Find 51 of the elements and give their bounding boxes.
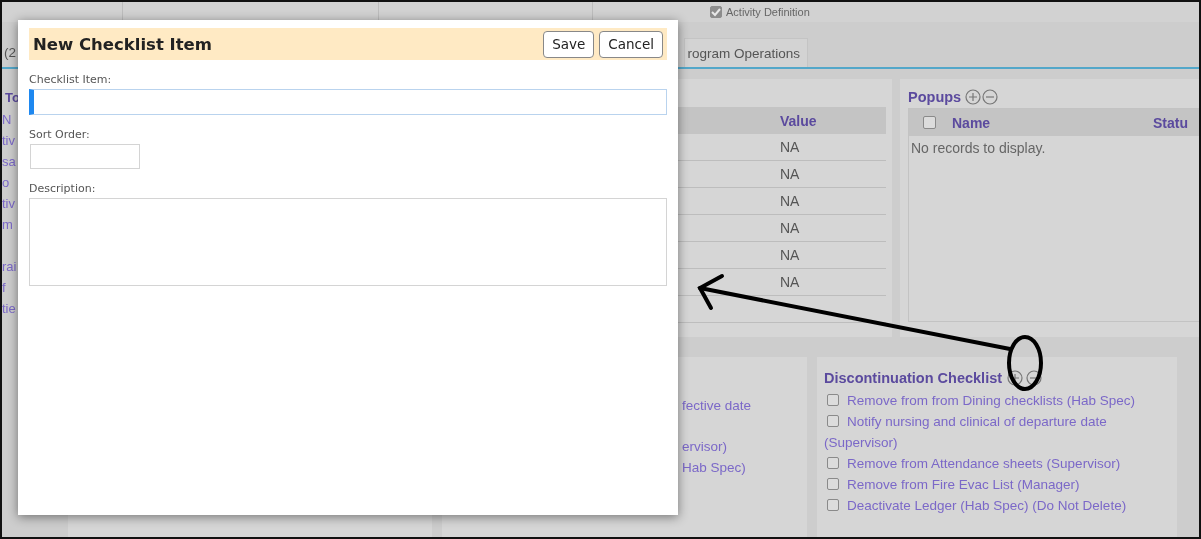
table-cell: NA [780, 193, 800, 209]
checkbox[interactable] [827, 499, 839, 511]
checklist-item[interactable]: Notify nursing and clinical of departure date (Supervisor) [824, 411, 1171, 453]
field-label: Sort Order: [29, 128, 90, 141]
checklist-item[interactable]: Remove from from Dining checklists (Hab Spec) [824, 390, 1171, 411]
table-cell: NA [780, 166, 800, 182]
field-label: Description: [29, 182, 96, 195]
section-title: Discontinuation Checklist [824, 370, 1003, 386]
empty-message: No records to display. [910, 139, 1047, 158]
checkbox[interactable] [827, 394, 839, 406]
link[interactable]: N [2, 109, 12, 130]
checkbox[interactable] [827, 457, 839, 469]
checkbox[interactable] [710, 6, 722, 18]
save-button[interactable]: Save [543, 30, 595, 58]
remove-icon[interactable] [1026, 370, 1043, 386]
section-title: Popups [908, 89, 962, 105]
link[interactable]: m [2, 214, 13, 235]
table-cell: NA [780, 220, 800, 236]
checklist-item[interactable]: Remove from Fire Evac List (Manager) [824, 474, 1171, 495]
text-area[interactable] [29, 198, 667, 286]
link[interactable]: tie [2, 298, 16, 319]
add-icon[interactable] [1007, 370, 1024, 386]
checkbox[interactable] [923, 116, 936, 129]
checklist-item[interactable]: Deactivate Ledger (Hab Spec) (Do Not Delete) [824, 495, 1171, 516]
checkbox[interactable] [827, 415, 839, 427]
link[interactable]: tiv [2, 193, 15, 214]
link[interactable]: sa [2, 151, 16, 172]
link[interactable]: Hab Spec) [682, 457, 746, 478]
table-cell: NA [780, 139, 800, 155]
link[interactable]: f [2, 277, 6, 298]
column-header: Name [952, 114, 992, 131]
dialog-title: New Checklist Item [33, 34, 213, 54]
cancel-button[interactable]: Cancel [599, 30, 663, 58]
annotation-circle [1007, 335, 1043, 391]
link[interactable]: rai [2, 256, 17, 277]
table-cell: NA [780, 274, 800, 290]
link[interactable]: o [2, 172, 10, 193]
column-header: Statu [1153, 114, 1188, 131]
input-field[interactable] [29, 89, 667, 115]
checklist-item[interactable]: Remove from Attendance sheets (Supervisor) [824, 453, 1171, 474]
column-header: Value [780, 112, 817, 129]
link[interactable]: fective date [682, 395, 752, 416]
input-field[interactable] [30, 144, 140, 169]
field-label: Checklist Item: [29, 73, 112, 86]
checkbox-label: Activity Definition [726, 6, 810, 18]
checkbox[interactable] [827, 478, 839, 490]
tab[interactable]: (2 [2, 38, 18, 67]
link[interactable]: tiv [2, 130, 15, 151]
link[interactable]: ervisor) [682, 436, 727, 457]
tab[interactable]: rogram Operations [684, 38, 808, 67]
table-cell: NA [780, 247, 800, 263]
